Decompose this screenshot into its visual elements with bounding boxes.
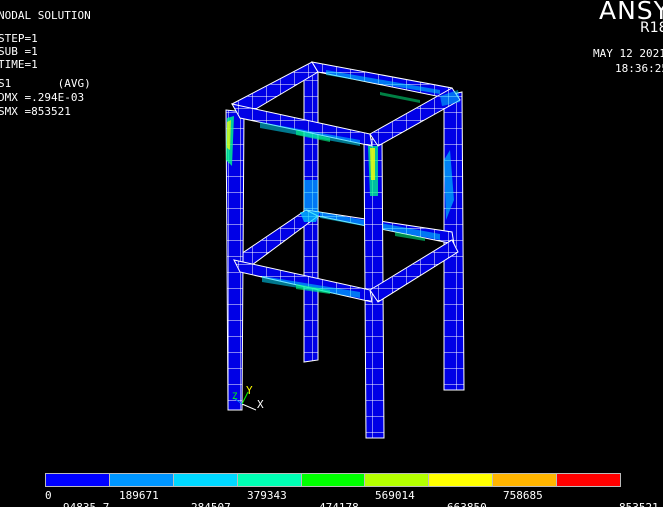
legend-bottom-label: 663850 bbox=[447, 501, 487, 507]
triad-z-label: Z bbox=[232, 392, 238, 402]
legend-color-0 bbox=[46, 474, 110, 486]
legend-color-1 bbox=[109, 474, 174, 486]
legend-color-6 bbox=[429, 474, 494, 486]
legend-bottom-label: 474178 bbox=[319, 501, 359, 507]
legend-bottom-label: 853521 bbox=[619, 501, 659, 507]
fe-model[interactable] bbox=[0, 0, 663, 507]
contour-legend-bar bbox=[45, 473, 621, 487]
graphics-viewport[interactable]: NODAL SOLUTION STEP=1 SUB =1 TIME=1 S1 (… bbox=[0, 0, 663, 507]
legend-color-7 bbox=[493, 474, 558, 486]
legend-color-4 bbox=[301, 474, 366, 486]
legend-color-3 bbox=[237, 474, 302, 486]
legend-top-label: 0 bbox=[45, 489, 52, 502]
legend-color-8 bbox=[557, 474, 621, 486]
legend-top-label: 379343 bbox=[247, 489, 287, 502]
legend-top-label: 569014 bbox=[375, 489, 415, 502]
legend-color-5 bbox=[365, 474, 430, 486]
legend-color-2 bbox=[173, 474, 238, 486]
legend-bottom-label: 284507 bbox=[191, 501, 231, 507]
triad-y-label: Y bbox=[246, 384, 253, 397]
legend-bottom-label: 94835.7 bbox=[63, 501, 109, 507]
triad-x-label: X bbox=[257, 398, 264, 411]
legend-top-label: 189671 bbox=[119, 489, 159, 502]
legend-top-label: 758685 bbox=[503, 489, 543, 502]
